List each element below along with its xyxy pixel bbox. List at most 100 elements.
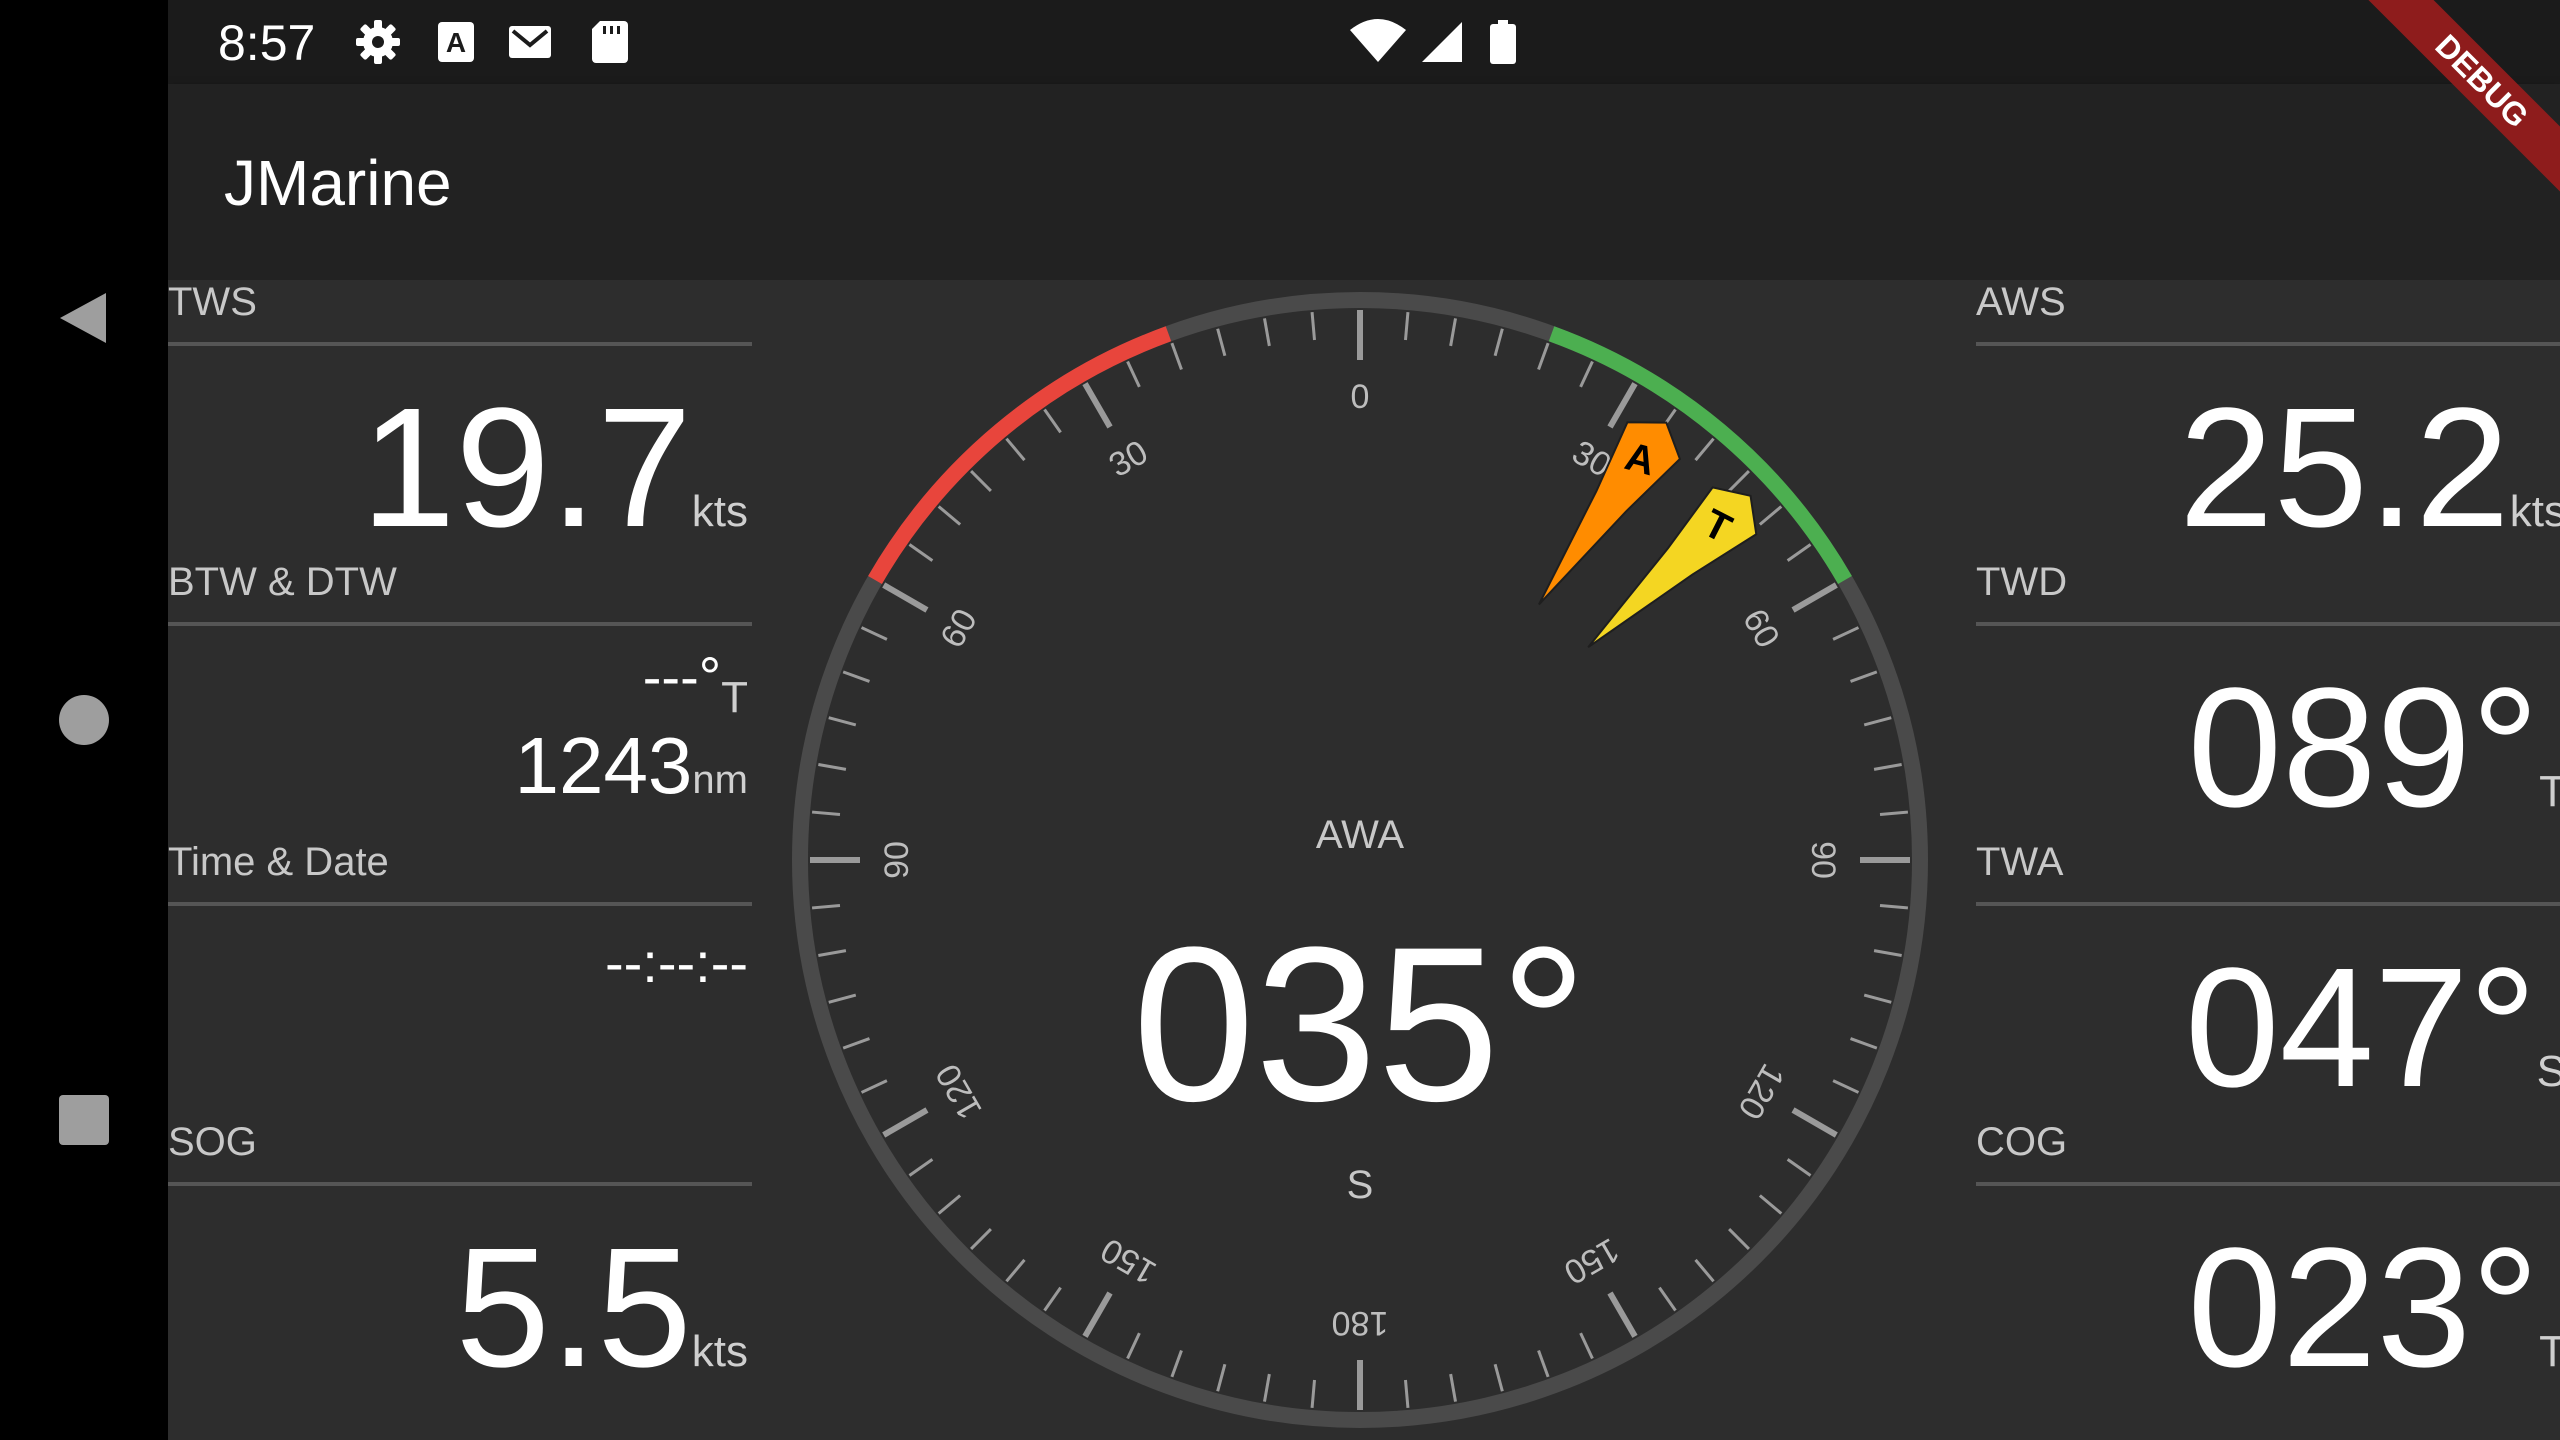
gauge-tick: [1310, 311, 1316, 341]
sog-panel[interactable]: SOG 5.5kts: [168, 1120, 752, 1403]
gauge-tick: [1850, 670, 1878, 683]
gauge-tick: [1404, 1379, 1410, 1409]
gauge-tick: [1216, 1363, 1227, 1392]
panel-label: SOG: [168, 1120, 257, 1164]
cog-value: 023°: [2187, 1213, 2540, 1403]
panel-label: AWS: [1976, 280, 2066, 324]
gauge-tick: [1449, 318, 1457, 347]
btw-readout: ---°T: [642, 644, 748, 722]
gauge-tick: [937, 1194, 962, 1215]
gauge-tick: [828, 716, 857, 727]
gauge-title: AWA: [1316, 813, 1404, 857]
panel-label: Time & Date: [168, 840, 389, 884]
gauge-tick: [1879, 810, 1909, 816]
aws-unit: kts: [2509, 487, 2560, 536]
battery-icon: [1490, 20, 1516, 64]
gauge-tick: [1082, 382, 1113, 429]
gauge-tick: [818, 949, 847, 957]
gauge-tick: [1607, 382, 1638, 429]
cog-readout: 023°T: [2187, 1210, 2560, 1406]
aws-readout: 25.2kts: [2179, 370, 2560, 566]
gauge-value: 035°: [1132, 901, 1587, 1147]
panel-label: TWS: [168, 280, 257, 324]
dashboard: TWS 19.7kts BTW & DTW ---°T 1243nm Time …: [168, 280, 2560, 1440]
dtw-value: 1243: [514, 721, 693, 810]
gauge-tick: [1263, 1373, 1271, 1402]
gauge-tick: [1658, 1286, 1677, 1312]
btw-dtw-panel[interactable]: BTW & DTW ---°T 1243nm: [168, 560, 752, 840]
awa-gauge[interactable]: 0306090120150180150120906030 AWA 035° S …: [780, 280, 1940, 1440]
gauge-tick: [1863, 716, 1892, 727]
gauge-scale-label: 60: [1735, 603, 1787, 655]
svg-text:A: A: [446, 27, 466, 58]
twa-value: 047°: [2185, 933, 2537, 1123]
time-value: --:--:--: [604, 931, 748, 994]
mail-icon: [509, 26, 551, 58]
gauge-tick: [908, 1158, 934, 1177]
gauge-tick: [1879, 904, 1909, 910]
wifi-icon: [1350, 19, 1406, 62]
gauge-tick: [1537, 342, 1550, 370]
gauge-tick: [1404, 311, 1410, 341]
divider: [168, 1182, 752, 1186]
gauge-tick: [908, 543, 934, 562]
gauge-tick: [1579, 360, 1594, 388]
gauge-tick: [1005, 1258, 1026, 1283]
sd-card-icon: [592, 21, 628, 63]
gauge-tick: [882, 582, 929, 613]
gauge-tick: [1758, 1194, 1783, 1215]
tws-unit: kts: [691, 487, 748, 536]
gauge-tick: [1493, 1363, 1504, 1392]
panel-label: TWA: [1976, 840, 2064, 884]
back-icon[interactable]: [44, 278, 124, 358]
gauge-scale-label: 90: [878, 841, 916, 879]
gauge-tick: [1791, 582, 1838, 613]
gauge-scale-label: 0: [1351, 378, 1370, 416]
divider: [168, 902, 752, 906]
twa-readout: 047°S: [2185, 930, 2560, 1126]
gauge-tick: [1126, 360, 1141, 388]
sog-readout: 5.5kts: [455, 1210, 748, 1406]
gauge-scale-label: 30: [1103, 433, 1155, 485]
gauge-tick: [842, 670, 870, 683]
time-date-panel[interactable]: Time & Date --:--:--: [168, 840, 752, 1120]
sog-value: 5.5: [455, 1213, 692, 1403]
gauge-tick: [882, 1107, 929, 1138]
btw-value: ---°: [642, 645, 722, 708]
gauge-tick: [860, 626, 888, 641]
gauge-tick: [811, 904, 841, 910]
gauge-tick: [1263, 318, 1271, 347]
twd-panel[interactable]: TWD 089°T: [1976, 560, 2560, 843]
recents-icon[interactable]: [44, 1080, 124, 1160]
home-icon[interactable]: [44, 680, 124, 760]
gauge-scale-label: 120: [928, 1057, 989, 1125]
tws-panel[interactable]: TWS 19.7kts: [168, 280, 752, 563]
cog-unit: T: [2539, 1327, 2560, 1376]
gauge-tick: [1694, 437, 1715, 462]
twa-panel[interactable]: TWA 047°S: [1976, 840, 2560, 1123]
twd-unit: T: [2539, 767, 2560, 816]
gauge-scale-label: 150: [1557, 1230, 1625, 1291]
gauge-tick: [1850, 1037, 1878, 1050]
gauge-side: S: [1347, 1163, 1374, 1207]
gauge-tick: [1863, 993, 1892, 1004]
navigation-bar: [0, 0, 168, 1440]
gauge-scale-label: 90: [1804, 841, 1842, 879]
gauge-tick: [818, 763, 847, 771]
aws-panel[interactable]: AWS 25.2kts: [1976, 280, 2560, 563]
gauge-tick: [860, 1079, 888, 1094]
gauge-tick: [1873, 763, 1902, 771]
gauge-tick: [828, 993, 857, 1004]
gauge-tick: [1216, 328, 1227, 357]
status-time: 8:57: [218, 15, 316, 71]
gauge-scale-label: 120: [1730, 1057, 1791, 1125]
divider: [168, 342, 752, 346]
cog-panel[interactable]: COG 023°T: [1976, 1120, 2560, 1403]
gauge-scale-label: 180: [1332, 1304, 1389, 1342]
gauge-tick: [1758, 505, 1783, 526]
gauge-tick: [842, 1037, 870, 1050]
gauge-ticks: [810, 310, 1910, 1410]
dtw-readout: 1243nm: [514, 720, 748, 812]
gauge-tick: [811, 810, 841, 816]
divider: [1976, 902, 2560, 906]
